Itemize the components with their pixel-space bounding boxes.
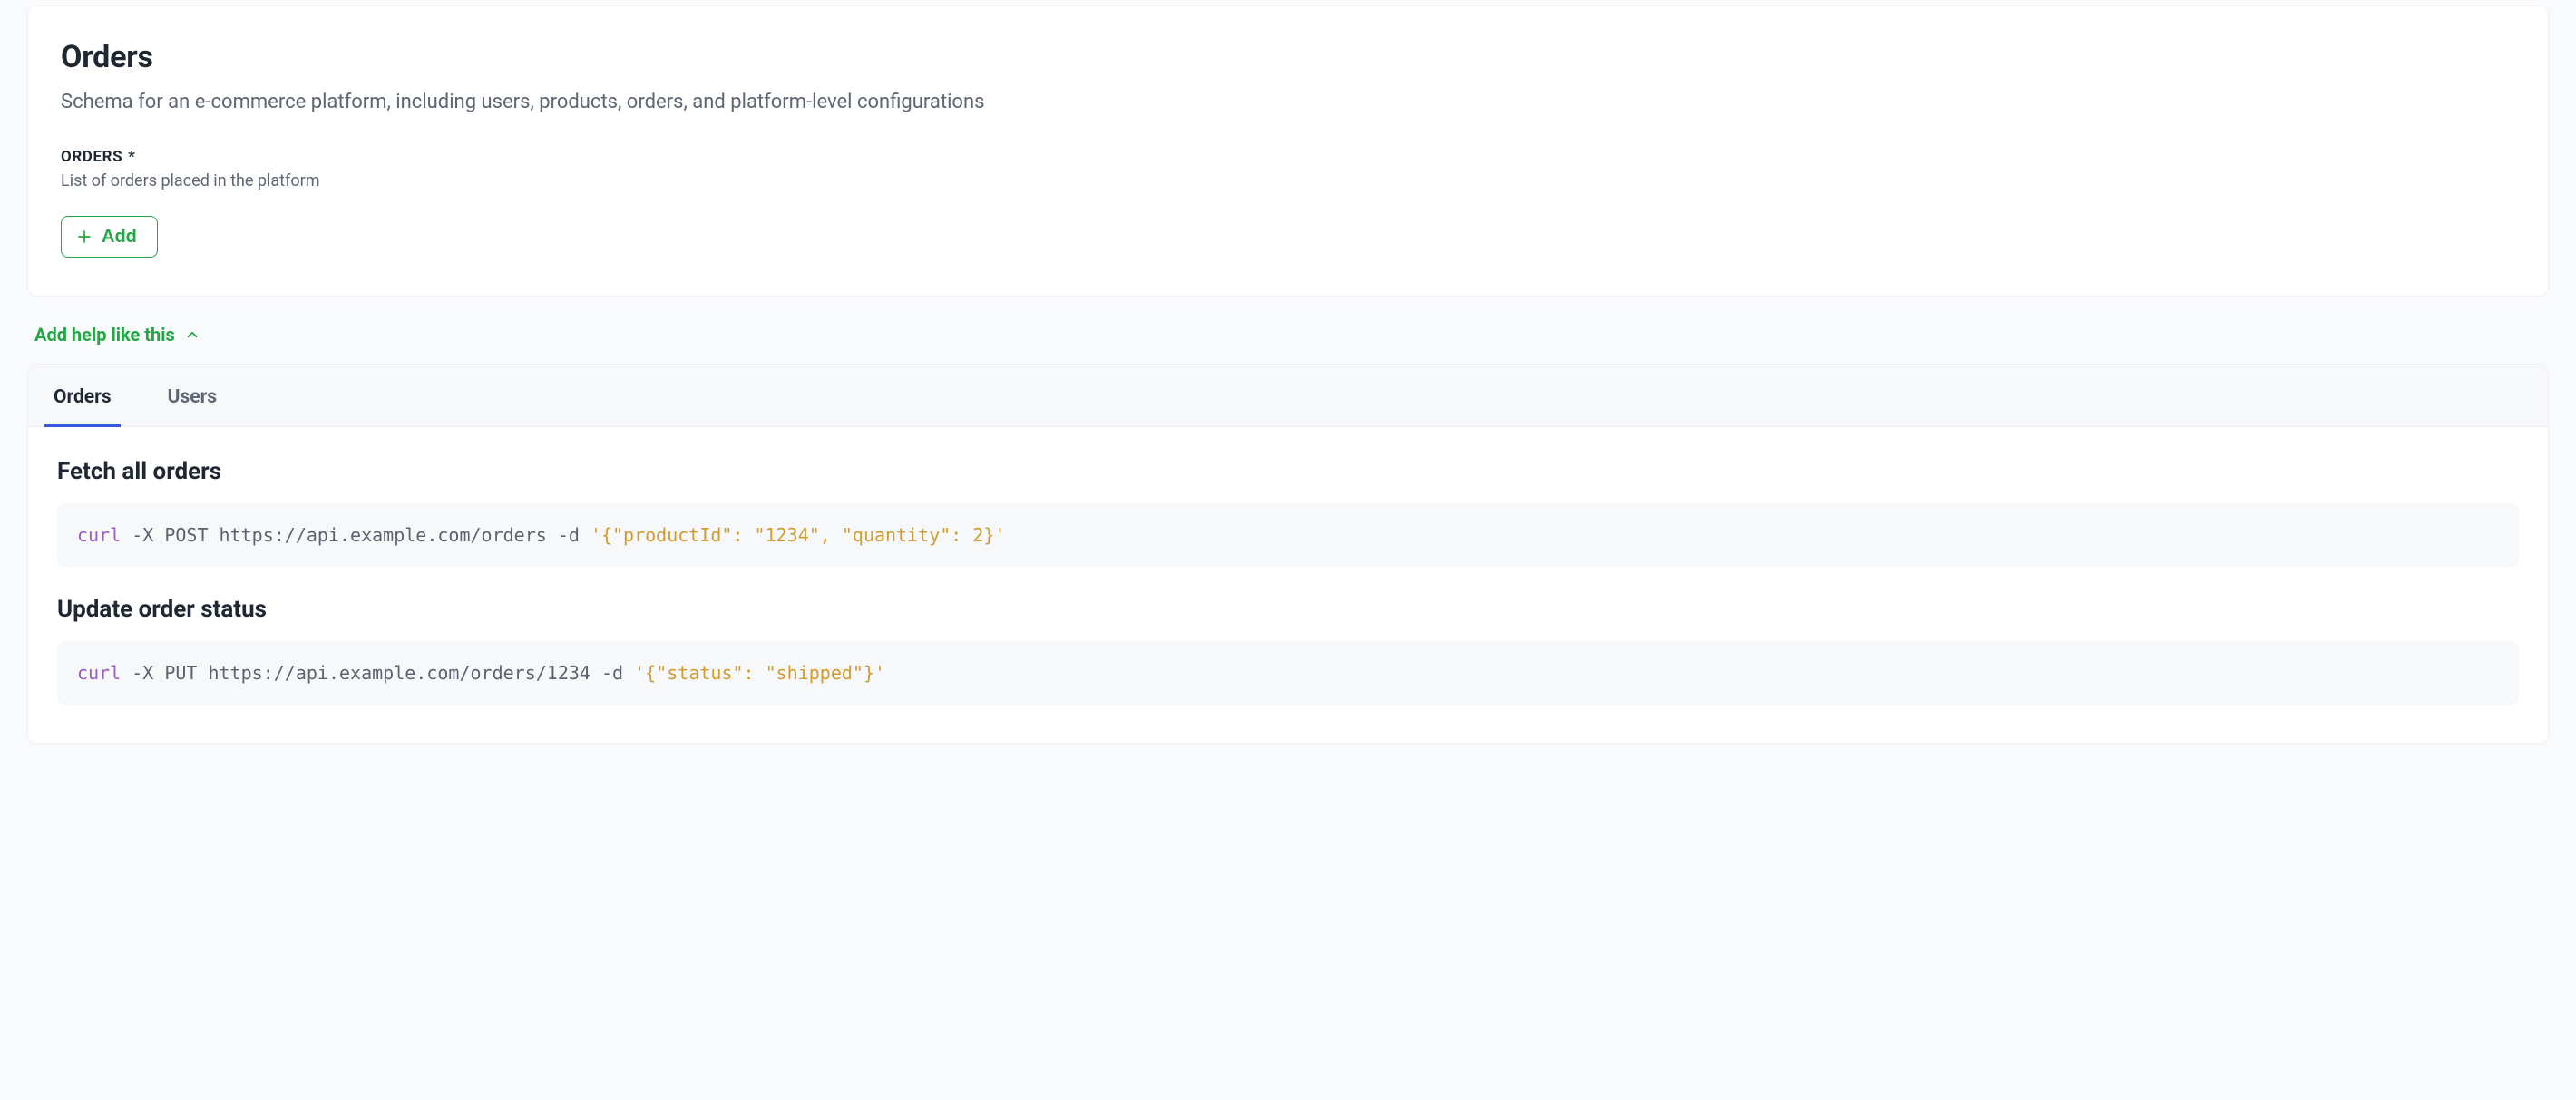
help-tabs: Orders Users [28,365,2548,427]
field-label: ORDERS [61,148,122,166]
code-block[interactable]: curl -X PUT https://api.example.com/orde… [57,641,2519,705]
field-hint: List of orders placed in the platform [61,171,2515,190]
plus-icon [76,229,93,245]
chevron-up-icon [184,326,200,343]
code-token-string: '{"productId": "1234", "quantity": 2}' [590,524,1006,546]
code-block[interactable]: curl -X POST https://api.example.com/ord… [57,503,2519,567]
orders-schema-card: Orders Schema for an e-commerce platform… [27,5,2549,297]
help-section-update-order-status: Update order status curl -X PUT https://… [57,596,2519,705]
add-button[interactable]: Add [61,216,158,258]
code-token-string: '{"status": "shipped"}' [634,662,885,684]
help-body: Fetch all orders curl -X POST https://ap… [28,427,2548,743]
code-token-plain: -X POST https://api.example.com/orders -… [121,524,590,546]
help-card: Orders Users Fetch all orders curl -X PO… [27,364,2549,744]
card-description: Schema for an e-commerce platform, inclu… [61,88,2515,117]
code-token-cmd: curl [77,662,121,684]
section-heading: Fetch all orders [57,458,2519,485]
code-token-plain: -X PUT https://api.example.com/orders/12… [121,662,634,684]
tab-users[interactable]: Users [159,365,226,426]
help-section-fetch-all-orders: Fetch all orders curl -X POST https://ap… [57,458,2519,567]
code-token-cmd: curl [77,524,121,546]
card-title: Orders [61,39,2515,75]
required-mark-icon: * [128,148,135,166]
tab-orders[interactable]: Orders [44,365,121,426]
add-help-toggle[interactable]: Add help like this [34,324,200,346]
add-button-label: Add [102,228,137,246]
add-help-toggle-label: Add help like this [34,324,175,346]
field-label-row: ORDERS * [61,148,2515,166]
section-heading: Update order status [57,596,2519,623]
